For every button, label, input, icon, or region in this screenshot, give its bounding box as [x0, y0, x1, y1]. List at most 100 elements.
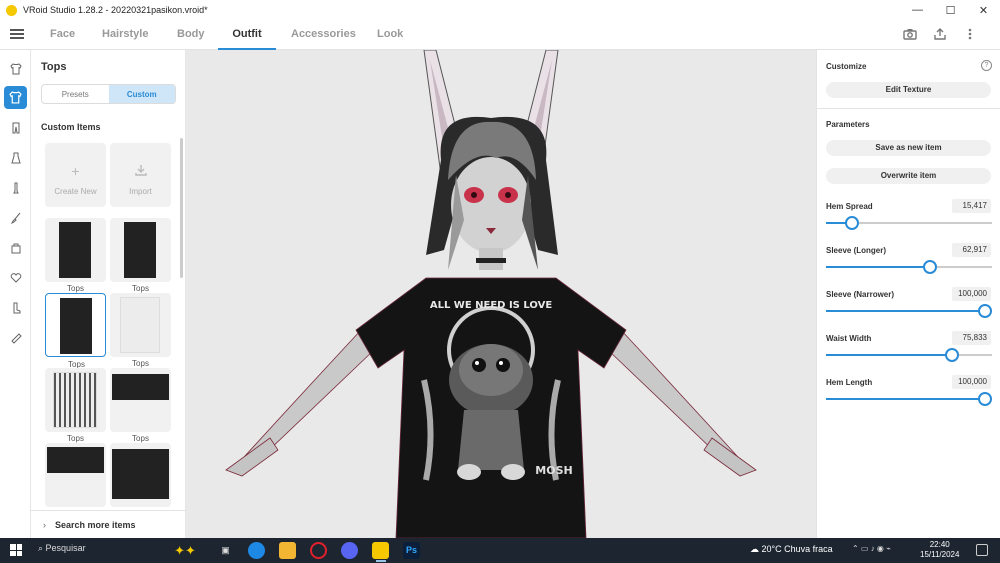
more-options-icon[interactable] — [963, 27, 977, 41]
top-nav: Face Hairstyle Body Outfit Accessories L… — [0, 20, 1000, 50]
weather-widget[interactable]: ☁ 20°C Chuva fraca — [750, 544, 833, 555]
tops-icon[interactable] — [4, 86, 27, 109]
slider-knob[interactable] — [944, 348, 959, 362]
windows-start-icon[interactable] — [10, 544, 22, 556]
slider-knob[interactable] — [923, 260, 938, 274]
custom-items-heading: Custom Items — [41, 122, 101, 132]
chevron-right-icon: › — [43, 519, 46, 530]
items-panel: Tops Presets Custom Custom Items + Creat… — [31, 50, 186, 538]
save-as-new-item-button[interactable]: Save as new item — [826, 140, 991, 156]
title-bar: VRoid Studio 1.28.2 - 20220321pasikon.vr… — [0, 0, 1000, 20]
3d-viewport[interactable]: ALL WE NEED IS LOVE MOSH — [186, 50, 816, 538]
item-thumbnail — [120, 297, 160, 353]
brush-icon[interactable] — [4, 206, 27, 229]
param-slider[interactable] — [826, 216, 992, 230]
sparkle-widget-icon[interactable]: ✦✦ — [168, 542, 202, 559]
notifications-icon[interactable] — [976, 544, 988, 556]
slider-fill — [826, 398, 992, 400]
tab-accessories[interactable]: Accessories — [291, 20, 356, 50]
socks-icon[interactable] — [4, 176, 27, 199]
list-item[interactable]: Tops — [110, 218, 171, 293]
custom-tab[interactable]: Custom — [108, 85, 175, 103]
slider-knob[interactable] — [978, 392, 992, 406]
tab-outfit[interactable]: Outfit — [218, 20, 276, 50]
list-item[interactable]: Tops — [45, 368, 106, 443]
presets-custom-toggle: Presets Custom — [41, 84, 176, 104]
vroid-app-icon — [6, 4, 17, 16]
divider — [817, 108, 1000, 109]
edge-browser-icon[interactable] — [248, 542, 265, 559]
import-button[interactable]: Import — [110, 143, 171, 207]
item-thumbnail — [112, 449, 169, 499]
tab-body[interactable]: Body — [177, 20, 205, 50]
customize-heading: Customize — [826, 62, 867, 71]
active-app-indicator — [376, 560, 386, 562]
parameters-panel: Customize ? Edit Texture Parameters Save… — [816, 50, 1000, 538]
list-item[interactable]: Tops — [110, 368, 171, 443]
search-icon: ⌕ — [38, 543, 46, 553]
list-item[interactable]: Tops — [45, 218, 106, 293]
param-slider[interactable] — [826, 348, 992, 362]
export-icon[interactable] — [933, 27, 947, 41]
taskbar-search[interactable]: ⌕ Pesquisar — [38, 543, 86, 554]
discord-icon[interactable] — [341, 542, 358, 559]
param-value-field[interactable]: 62,917 — [952, 243, 991, 257]
item-thumbnail — [47, 447, 104, 473]
param-slider[interactable] — [826, 304, 992, 318]
search-more-items-button[interactable]: › Search more items — [31, 510, 186, 538]
slider-fill — [826, 266, 931, 268]
camera-icon[interactable] — [903, 27, 917, 41]
category-icon-bar — [0, 50, 31, 538]
slider-knob[interactable] — [978, 304, 992, 318]
list-item[interactable]: Tops — [110, 443, 171, 507]
pants-icon[interactable] — [4, 116, 27, 139]
system-tray-icons[interactable]: ⌃ ▭ ♪ ◉ ⌁ — [852, 544, 891, 553]
item-thumbnail — [112, 374, 169, 400]
items-scrollbar[interactable] — [180, 138, 183, 278]
tab-face[interactable]: Face — [50, 20, 75, 50]
bag-icon[interactable] — [4, 236, 27, 259]
list-item[interactable]: Tops — [45, 443, 106, 507]
param-slider[interactable] — [826, 260, 992, 274]
tie-icon[interactable] — [4, 326, 27, 349]
shirt-outline-icon[interactable] — [4, 57, 27, 80]
param-value-field[interactable]: 100,000 — [952, 375, 991, 389]
parameters-heading: Parameters — [826, 120, 870, 129]
param-label: Sleeve (Narrower) — [826, 290, 895, 299]
param-slider[interactable] — [826, 392, 992, 406]
close-button[interactable]: ✕ — [967, 0, 1000, 20]
help-icon[interactable]: ? — [981, 60, 992, 71]
vroid-studio-icon[interactable] — [372, 542, 389, 559]
list-item[interactable]: Tops — [110, 293, 171, 368]
edit-texture-button[interactable]: Edit Texture — [826, 82, 991, 98]
task-view-icon[interactable]: ▣ — [217, 542, 234, 559]
item-thumbnail — [60, 298, 92, 354]
shirt-side-text: MOSH — [535, 464, 572, 477]
presets-tab[interactable]: Presets — [42, 85, 109, 103]
item-thumbnail — [59, 222, 91, 278]
tab-hairstyle[interactable]: Hairstyle — [102, 20, 148, 50]
overwrite-item-button[interactable]: Overwrite item — [826, 168, 991, 184]
create-new-button[interactable]: + Create New — [45, 143, 106, 207]
slider-knob[interactable] — [844, 216, 859, 230]
photoshop-icon[interactable]: Ps — [403, 542, 420, 559]
maximize-button[interactable]: ☐ — [934, 0, 967, 20]
param-value-field[interactable]: 100,000 — [952, 287, 991, 301]
heart-icon[interactable] — [4, 266, 27, 289]
minimize-button[interactable]: — — [901, 0, 934, 20]
param-value-field[interactable]: 15,417 — [952, 199, 991, 213]
clock[interactable]: 22:40 15/11/2024 — [920, 540, 959, 560]
slider-fill — [826, 354, 952, 356]
list-item-selected[interactable]: Tops — [45, 293, 106, 369]
onepiece-icon[interactable] — [4, 146, 27, 169]
window-title: VRoid Studio 1.28.2 - 20220321pasikon.vr… — [23, 5, 208, 15]
hamburger-menu-icon[interactable] — [10, 27, 24, 41]
opera-browser-icon[interactable] — [310, 542, 327, 559]
file-explorer-icon[interactable] — [279, 542, 296, 559]
item-thumbnail — [53, 372, 97, 428]
param-value-field[interactable]: 75,833 — [952, 331, 991, 345]
slider-fill — [826, 310, 992, 312]
tab-look[interactable]: Look — [377, 20, 403, 50]
cloud-icon: ☁ — [750, 544, 762, 554]
boots-icon[interactable] — [4, 296, 27, 319]
